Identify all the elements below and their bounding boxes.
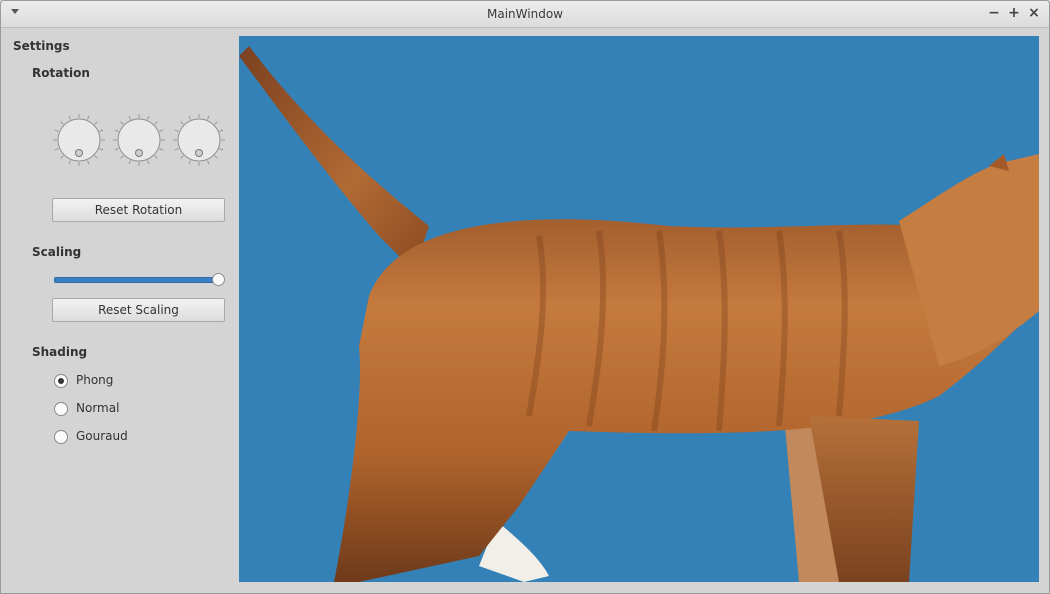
shading-heading: Shading: [32, 345, 88, 359]
title-bar: MainWindow − + ×: [1, 1, 1049, 28]
3d-viewport[interactable]: [239, 36, 1039, 582]
phong-label[interactable]: Phong: [76, 373, 113, 387]
minimize-icon[interactable]: −: [986, 5, 1002, 21]
rotation-dial-z[interactable]: [172, 113, 226, 167]
rotation-dial-y[interactable]: [112, 113, 166, 167]
scaling-heading: Scaling: [32, 245, 82, 259]
reset-rotation-button[interactable]: Reset Rotation: [52, 198, 225, 222]
cat-model-render: [239, 46, 1039, 582]
settings-heading: Settings: [13, 39, 70, 53]
main-window: MainWindow − + × Settings Rotation Reset…: [0, 0, 1050, 594]
normal-label[interactable]: Normal: [76, 401, 119, 415]
gouraud-label[interactable]: Gouraud: [76, 429, 128, 443]
gouraud-radio[interactable]: [54, 430, 68, 444]
window-title: MainWindow: [487, 7, 563, 21]
scaling-slider-handle[interactable]: [212, 273, 225, 286]
phong-radio[interactable]: [54, 374, 68, 388]
reset-scaling-button[interactable]: Reset Scaling: [52, 298, 225, 322]
scaling-slider-track[interactable]: [54, 277, 222, 283]
normal-radio[interactable]: [54, 402, 68, 416]
close-icon[interactable]: ×: [1026, 5, 1042, 21]
rotation-heading: Rotation: [32, 66, 90, 80]
rotation-dial-x[interactable]: [52, 113, 106, 167]
maximize-icon[interactable]: +: [1006, 5, 1022, 21]
